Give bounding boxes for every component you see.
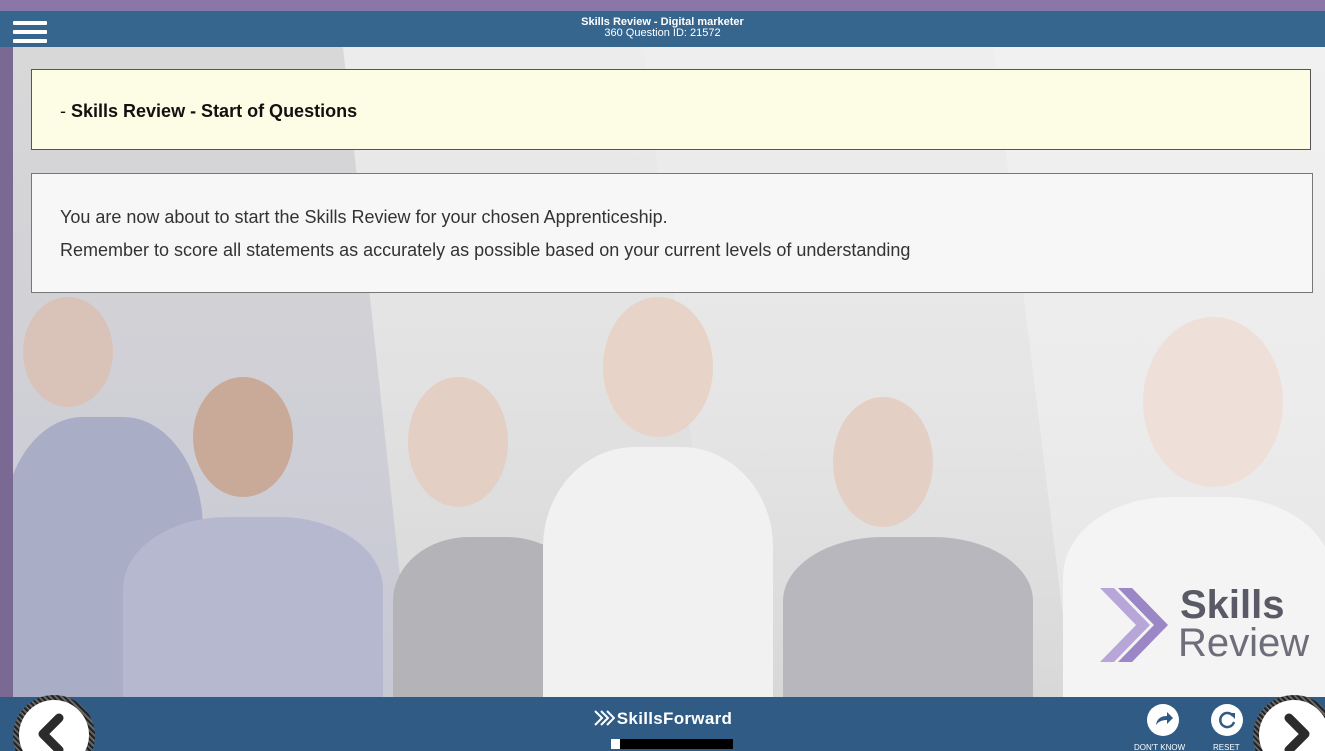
progress-bar — [611, 739, 733, 749]
chevron-right-icon — [1284, 713, 1310, 751]
brand-chevron-icon — [594, 710, 616, 726]
top-accent-strip — [0, 0, 1325, 11]
refresh-icon — [1219, 711, 1236, 729]
section-title-box: - Skills Review - Start of Questions — [31, 69, 1311, 150]
section-title: - Skills Review - Start of Questions — [60, 101, 358, 121]
progress-fill — [611, 739, 620, 749]
reset-label: RESET — [1213, 743, 1240, 751]
header-question-id: 360 Question ID: 21572 — [604, 27, 721, 39]
chevron-logo-icon — [1100, 588, 1168, 662]
skillsforward-brand: SkillsForward — [0, 709, 1325, 729]
instruction-line-2: Remember to score all statements as accu… — [60, 240, 911, 260]
reset-button[interactable] — [1211, 704, 1243, 736]
instructions-box: You are now about to start the Skills Re… — [31, 173, 1313, 293]
dont-know-button[interactable] — [1147, 704, 1179, 736]
dont-know-label: DON'T KNOW — [1134, 743, 1186, 751]
logo-text-review: Review — [1178, 621, 1310, 665]
instruction-line-1: You are now about to start the Skills Re… — [60, 207, 668, 227]
header-bar: Skills Review - Digital marketer 360 Que… — [0, 11, 1325, 47]
skills-review-logo: Skills Review — [1100, 580, 1320, 670]
brand-text: SkillsForward — [616, 709, 733, 728]
forward-arrow-icon — [1156, 712, 1173, 725]
next-button[interactable] — [1259, 700, 1325, 751]
